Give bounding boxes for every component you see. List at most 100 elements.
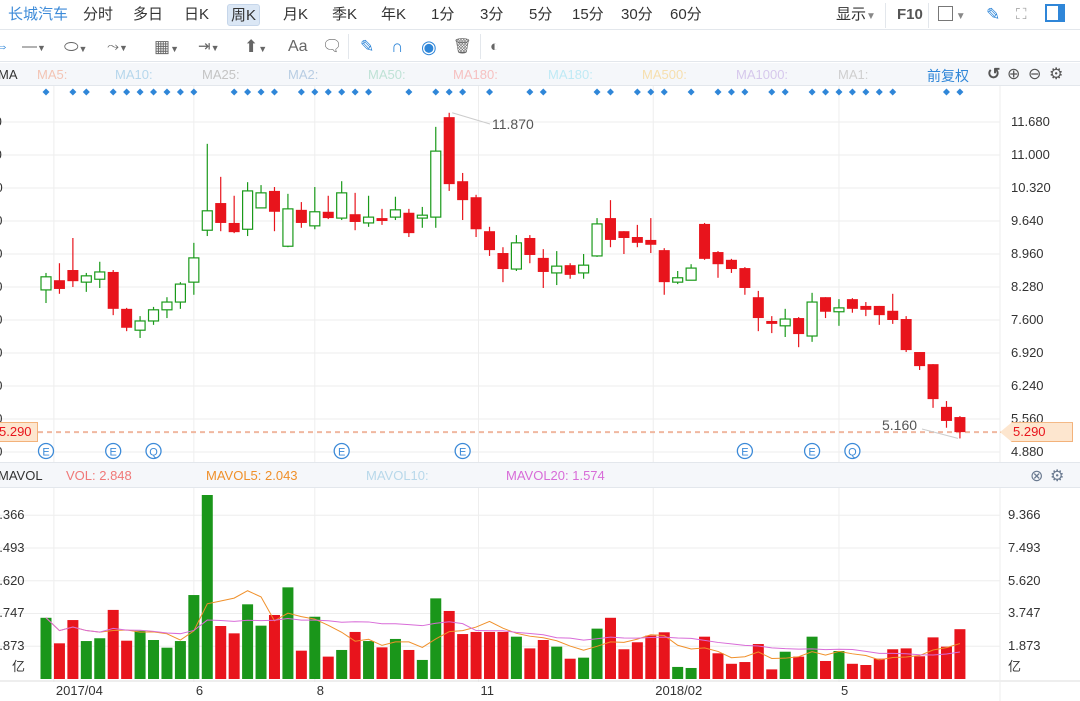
candle-body: [672, 277, 684, 283]
candle-body: [820, 297, 832, 312]
volume-bar: [295, 650, 307, 679]
volume-bar: [672, 666, 684, 679]
candle-body: [887, 310, 899, 321]
candle-body: [416, 214, 428, 219]
volume-legend: MAVOL VOL: 2.848 MAVOL5: 2.043 MAVOL10: …: [0, 462, 1080, 488]
signal-diamond-icon: [163, 88, 171, 96]
volume-bar: [457, 634, 469, 679]
candle-body: [188, 257, 200, 283]
signal-diamond-icon: [526, 88, 534, 96]
low-annotation-line: [921, 428, 959, 439]
candle-body: [362, 216, 375, 224]
volume-bar: [497, 631, 509, 679]
signal-diamond-icon: [190, 88, 198, 96]
volume-bar: [806, 636, 818, 679]
event-marker-label: E: [808, 447, 815, 459]
volume-bar: [551, 646, 563, 679]
event-marker-label: E: [42, 447, 49, 459]
signal-diamond-icon: [781, 88, 789, 96]
event-marker-label: E: [338, 447, 345, 459]
volume-bar: [712, 653, 724, 679]
volume-bar: [242, 604, 254, 679]
candle-body: [833, 307, 845, 313]
candle-body: [537, 257, 549, 272]
volume-bar: [927, 637, 939, 679]
mavol20-value: MAVOL20: 1.574: [506, 468, 605, 483]
signal-diamond-icon: [633, 88, 641, 96]
candle-body: [336, 192, 348, 219]
volume-bar: [188, 595, 200, 679]
signal-diamond-icon: [257, 88, 265, 96]
volume-bar: [80, 641, 92, 679]
volume-bar: [793, 656, 805, 679]
volume-bar: [215, 626, 227, 679]
signal-diamond-icon: [150, 88, 158, 96]
settings-icon[interactable]: ⚙: [1050, 466, 1064, 486]
volume-bar: [604, 617, 616, 679]
volume-bar: [148, 639, 160, 679]
volume-bar: [685, 667, 697, 679]
mavol5-value: MAVOL5: 2.043: [206, 468, 298, 483]
candle-body: [443, 117, 455, 185]
signal-diamond-icon: [297, 88, 305, 96]
signal-diamond-icon: [69, 88, 77, 96]
volume-bar: [725, 663, 737, 679]
signal-diamond-icon: [405, 88, 413, 96]
volume-bar: [255, 625, 267, 679]
candle-body: [846, 299, 858, 309]
volume-bar: [416, 659, 428, 679]
signal-diamond-icon: [270, 88, 278, 96]
volume-bar: [779, 651, 791, 679]
candle-body: [940, 406, 952, 421]
volume-bar: [658, 632, 670, 679]
kline-chart[interactable]: EEQEEEEQ: [0, 0, 1080, 701]
candle-body: [282, 208, 294, 247]
candle-body: [766, 320, 778, 324]
signal-diamond-icon: [176, 88, 184, 96]
candle-body: [604, 218, 616, 240]
volume-bar: [873, 658, 885, 679]
candle-body: [322, 211, 334, 219]
signal-diamond-icon: [539, 88, 547, 96]
volume-bar: [67, 620, 79, 679]
volume-bar: [739, 662, 751, 679]
candle-body: [295, 209, 307, 223]
volume-bar: [268, 614, 280, 679]
signal-diamond-icon: [889, 88, 897, 96]
signal-diamond-icon: [324, 88, 332, 96]
vol-value: VOL: 2.848: [66, 468, 132, 483]
event-marker-label: E: [741, 447, 748, 459]
signal-diamond-icon: [956, 88, 964, 96]
volume-bar: [578, 657, 590, 679]
candle-body: [470, 197, 482, 230]
signal-diamond-icon: [875, 88, 883, 96]
candle-body: [67, 270, 79, 282]
signal-diamond-icon: [42, 88, 50, 96]
candle-body: [806, 301, 818, 337]
signal-diamond-icon: [311, 88, 319, 96]
candle-body: [147, 309, 160, 322]
signal-diamond-icon: [822, 88, 830, 96]
signal-diamond-icon: [459, 88, 467, 96]
event-marker-label: E: [110, 447, 117, 459]
signal-diamond-icon: [82, 88, 90, 96]
volume-bar: [134, 630, 146, 679]
volume-bar: [645, 635, 657, 679]
signal-diamond-icon: [351, 88, 359, 96]
volume-bar: [766, 669, 778, 679]
volume-bar: [322, 656, 334, 679]
volume-bar: [174, 641, 186, 679]
candle-body: [161, 301, 173, 311]
candle-body: [430, 150, 442, 218]
candle-body: [201, 210, 213, 231]
candle-body: [215, 203, 227, 223]
volume-bar: [403, 649, 415, 679]
volume-bar: [591, 628, 603, 679]
candle-body: [484, 231, 496, 251]
volume-bar: [53, 643, 65, 679]
candle-body: [389, 209, 402, 218]
signal-diamond-icon: [835, 88, 843, 96]
close-indicator-icon[interactable]: ⊗: [1030, 466, 1043, 486]
candle-body: [80, 275, 92, 283]
candle-body: [645, 239, 657, 245]
